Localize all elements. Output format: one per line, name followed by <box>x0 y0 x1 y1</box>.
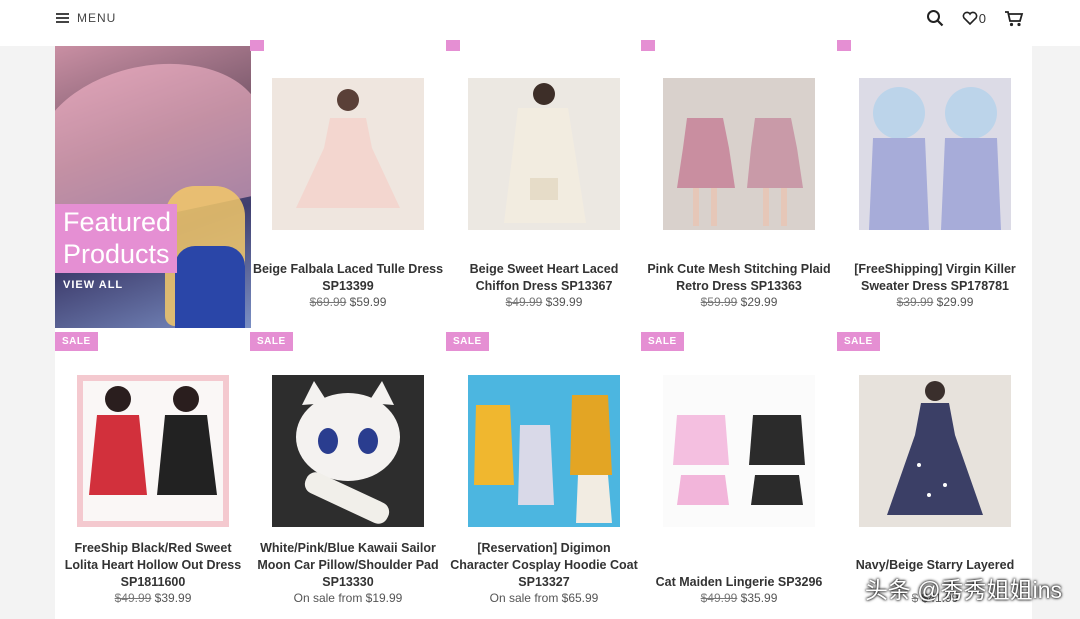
product-name[interactable]: White/Pink/Blue Kawaii Sailor Moon Car P… <box>252 540 444 591</box>
original-price: $49.99 <box>505 295 543 309</box>
product-price: $49.99 $39.99 <box>446 295 642 309</box>
cart-icon[interactable] <box>1004 10 1024 27</box>
product-name[interactable]: Cat Maiden Lingerie SP3296 <box>643 574 835 591</box>
product-image <box>663 78 815 230</box>
menu-button[interactable]: MENU <box>56 11 116 25</box>
product-card[interactable]: SALE FreeShip Black/Red Sweet Lolita Hea… <box>55 332 251 614</box>
product-image <box>77 375 229 527</box>
product-name[interactable]: [Reservation] Digimon Character Cosplay … <box>448 540 640 591</box>
wishlist-button[interactable]: 0 <box>962 11 986 26</box>
view-all-link[interactable]: VIEW ALL <box>63 279 123 291</box>
product-card[interactable]: [FreeShipping] Virgin Killer Sweater Dre… <box>837 40 1033 328</box>
product-card[interactable]: SALE [Reservation] Digimon Character Cos… <box>446 332 642 614</box>
product-price: $49.99 $35.99 <box>641 591 837 605</box>
featured-title-line2: Products <box>63 239 170 269</box>
product-name[interactable]: [FreeShipping] Virgin Killer Sweater Dre… <box>839 261 1031 295</box>
product-name[interactable]: Beige Sweet Heart Laced Chiffon Dress SP… <box>448 261 640 295</box>
product-image <box>859 78 1011 230</box>
header: MENU 0 <box>0 0 1080 46</box>
original-price: $49.99 <box>114 591 152 605</box>
menu-label: MENU <box>77 11 117 25</box>
sale-price: $35.99 <box>740 591 778 605</box>
sale-price: $39.99 <box>545 295 583 309</box>
product-name[interactable]: FreeShip Black/Red Sweet Lolita Heart Ho… <box>57 540 249 591</box>
sale-badge: SALE <box>837 332 880 351</box>
product-price: On sale from $65.99 <box>489 591 599 605</box>
heart-icon <box>962 11 978 25</box>
featured-title-line1: Featured <box>63 207 172 237</box>
original-price: $39.99 <box>896 295 934 309</box>
sale-badge: SALE <box>250 332 293 351</box>
product-price: $39.99 $29.99 <box>837 295 1033 309</box>
original-price: $49.99 <box>700 591 738 605</box>
product-price: $59.99 $29.99 <box>641 295 837 309</box>
product-price: $69.99 $59.99 <box>250 295 446 309</box>
sale-price: $39.99 <box>154 591 192 605</box>
product-image <box>859 375 1011 527</box>
wishlist-count: 0 <box>978 10 986 26</box>
featured-products-tile[interactable]: Featured Products VIEW ALL <box>55 46 251 328</box>
sale-price: $29.99 <box>740 295 778 309</box>
product-grid: Featured Products VIEW ALL Beige Falbala… <box>55 40 1033 619</box>
sale-badge <box>641 40 655 51</box>
featured-title: Featured Products <box>55 204 177 273</box>
sale-price: $29.99 <box>936 295 974 309</box>
sale-badge: SALE <box>641 332 684 351</box>
sale-badge <box>446 40 460 51</box>
sale-price: $59.99 <box>349 295 387 309</box>
sale-badge: SALE <box>446 332 489 351</box>
product-card[interactable]: Beige Sweet Heart Laced Chiffon Dress SP… <box>446 40 642 328</box>
product-price: $49.99 $39.99 <box>55 591 251 605</box>
sale-badge: SALE <box>55 332 98 351</box>
product-image <box>468 78 620 230</box>
sale-badge <box>250 40 264 51</box>
figure-image <box>175 246 245 328</box>
hamburger-icon <box>56 13 69 23</box>
search-icon[interactable] <box>926 9 944 27</box>
product-name[interactable]: Beige Falbala Laced Tulle Dress SP13399 <box>252 261 444 295</box>
original-price: $59.99 <box>700 295 738 309</box>
product-image <box>468 375 620 527</box>
product-card[interactable]: SALE White/Pink/Blue Kawaii Sailor Moon … <box>250 332 446 614</box>
product-price: On sale from $19.99 <box>293 591 403 605</box>
product-card[interactable]: Pink Cute Mesh Stitching Plaid Retro Dre… <box>641 40 837 328</box>
product-image <box>663 375 815 527</box>
product-image <box>272 375 424 527</box>
original-price: $69.99 <box>309 295 347 309</box>
header-icons: 0 <box>926 9 1024 27</box>
product-card[interactable]: Beige Falbala Laced Tulle Dress SP13399 … <box>250 40 446 328</box>
product-name[interactable]: Pink Cute Mesh Stitching Plaid Retro Dre… <box>643 261 835 295</box>
product-card[interactable]: SALE Cat Maiden Lingerie SP3296 $49.99 $… <box>641 332 837 614</box>
watermark-text: 头条 @秀秀姐姐ins <box>864 577 1062 603</box>
sale-badge <box>837 40 851 51</box>
product-image <box>272 78 424 230</box>
